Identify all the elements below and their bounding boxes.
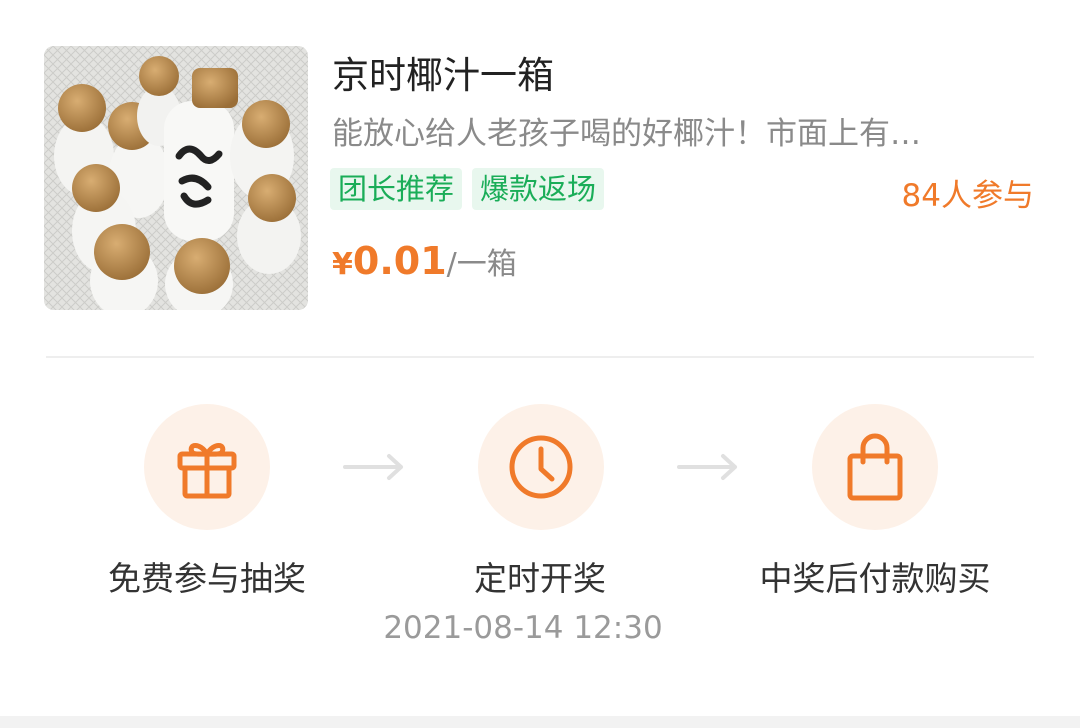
clock-icon: [509, 435, 573, 499]
arrow-right-icon: [343, 454, 403, 480]
arrow-right-icon: [677, 454, 737, 480]
step-label-pay-after-win: 中奖后付款购买: [759, 559, 991, 598]
price-currency: ¥: [332, 247, 353, 282]
tag-hot-return: 爆款返场: [472, 168, 605, 210]
product-image[interactable]: [44, 46, 308, 310]
step-bag-circle: [812, 404, 938, 530]
price-value: 0.01: [352, 239, 447, 283]
step-gift-circle: [144, 404, 270, 530]
draw-time: 2021-08-14 12:30: [383, 610, 663, 646]
participant-count: 84人参与: [901, 178, 1034, 214]
step-clock-circle: [478, 404, 604, 530]
shopping-bag-icon: [847, 433, 903, 501]
price-unit: /一箱: [446, 247, 517, 282]
product-description: 能放心给人老孩子喝的好椰汁！市面上有…: [332, 116, 921, 152]
product-title[interactable]: 京时椰汁一箱: [332, 52, 554, 100]
tag-recommend: 团长推荐: [330, 168, 463, 210]
gift-icon: [177, 443, 237, 499]
price: ¥0.01/一箱: [332, 236, 517, 294]
divider: [46, 356, 1034, 358]
bottom-separator: [0, 716, 1080, 728]
step-label-free-entry: 免费参与抽奖: [108, 559, 306, 598]
step-label-timed-draw: 定时开奖: [474, 559, 606, 598]
product-card[interactable]: 京时椰汁一箱 能放心给人老孩子喝的好椰汁！市面上有… 团长推荐 爆款返场 84人…: [0, 0, 1080, 356]
tag-list: 团长推荐 爆款返场: [330, 168, 605, 210]
